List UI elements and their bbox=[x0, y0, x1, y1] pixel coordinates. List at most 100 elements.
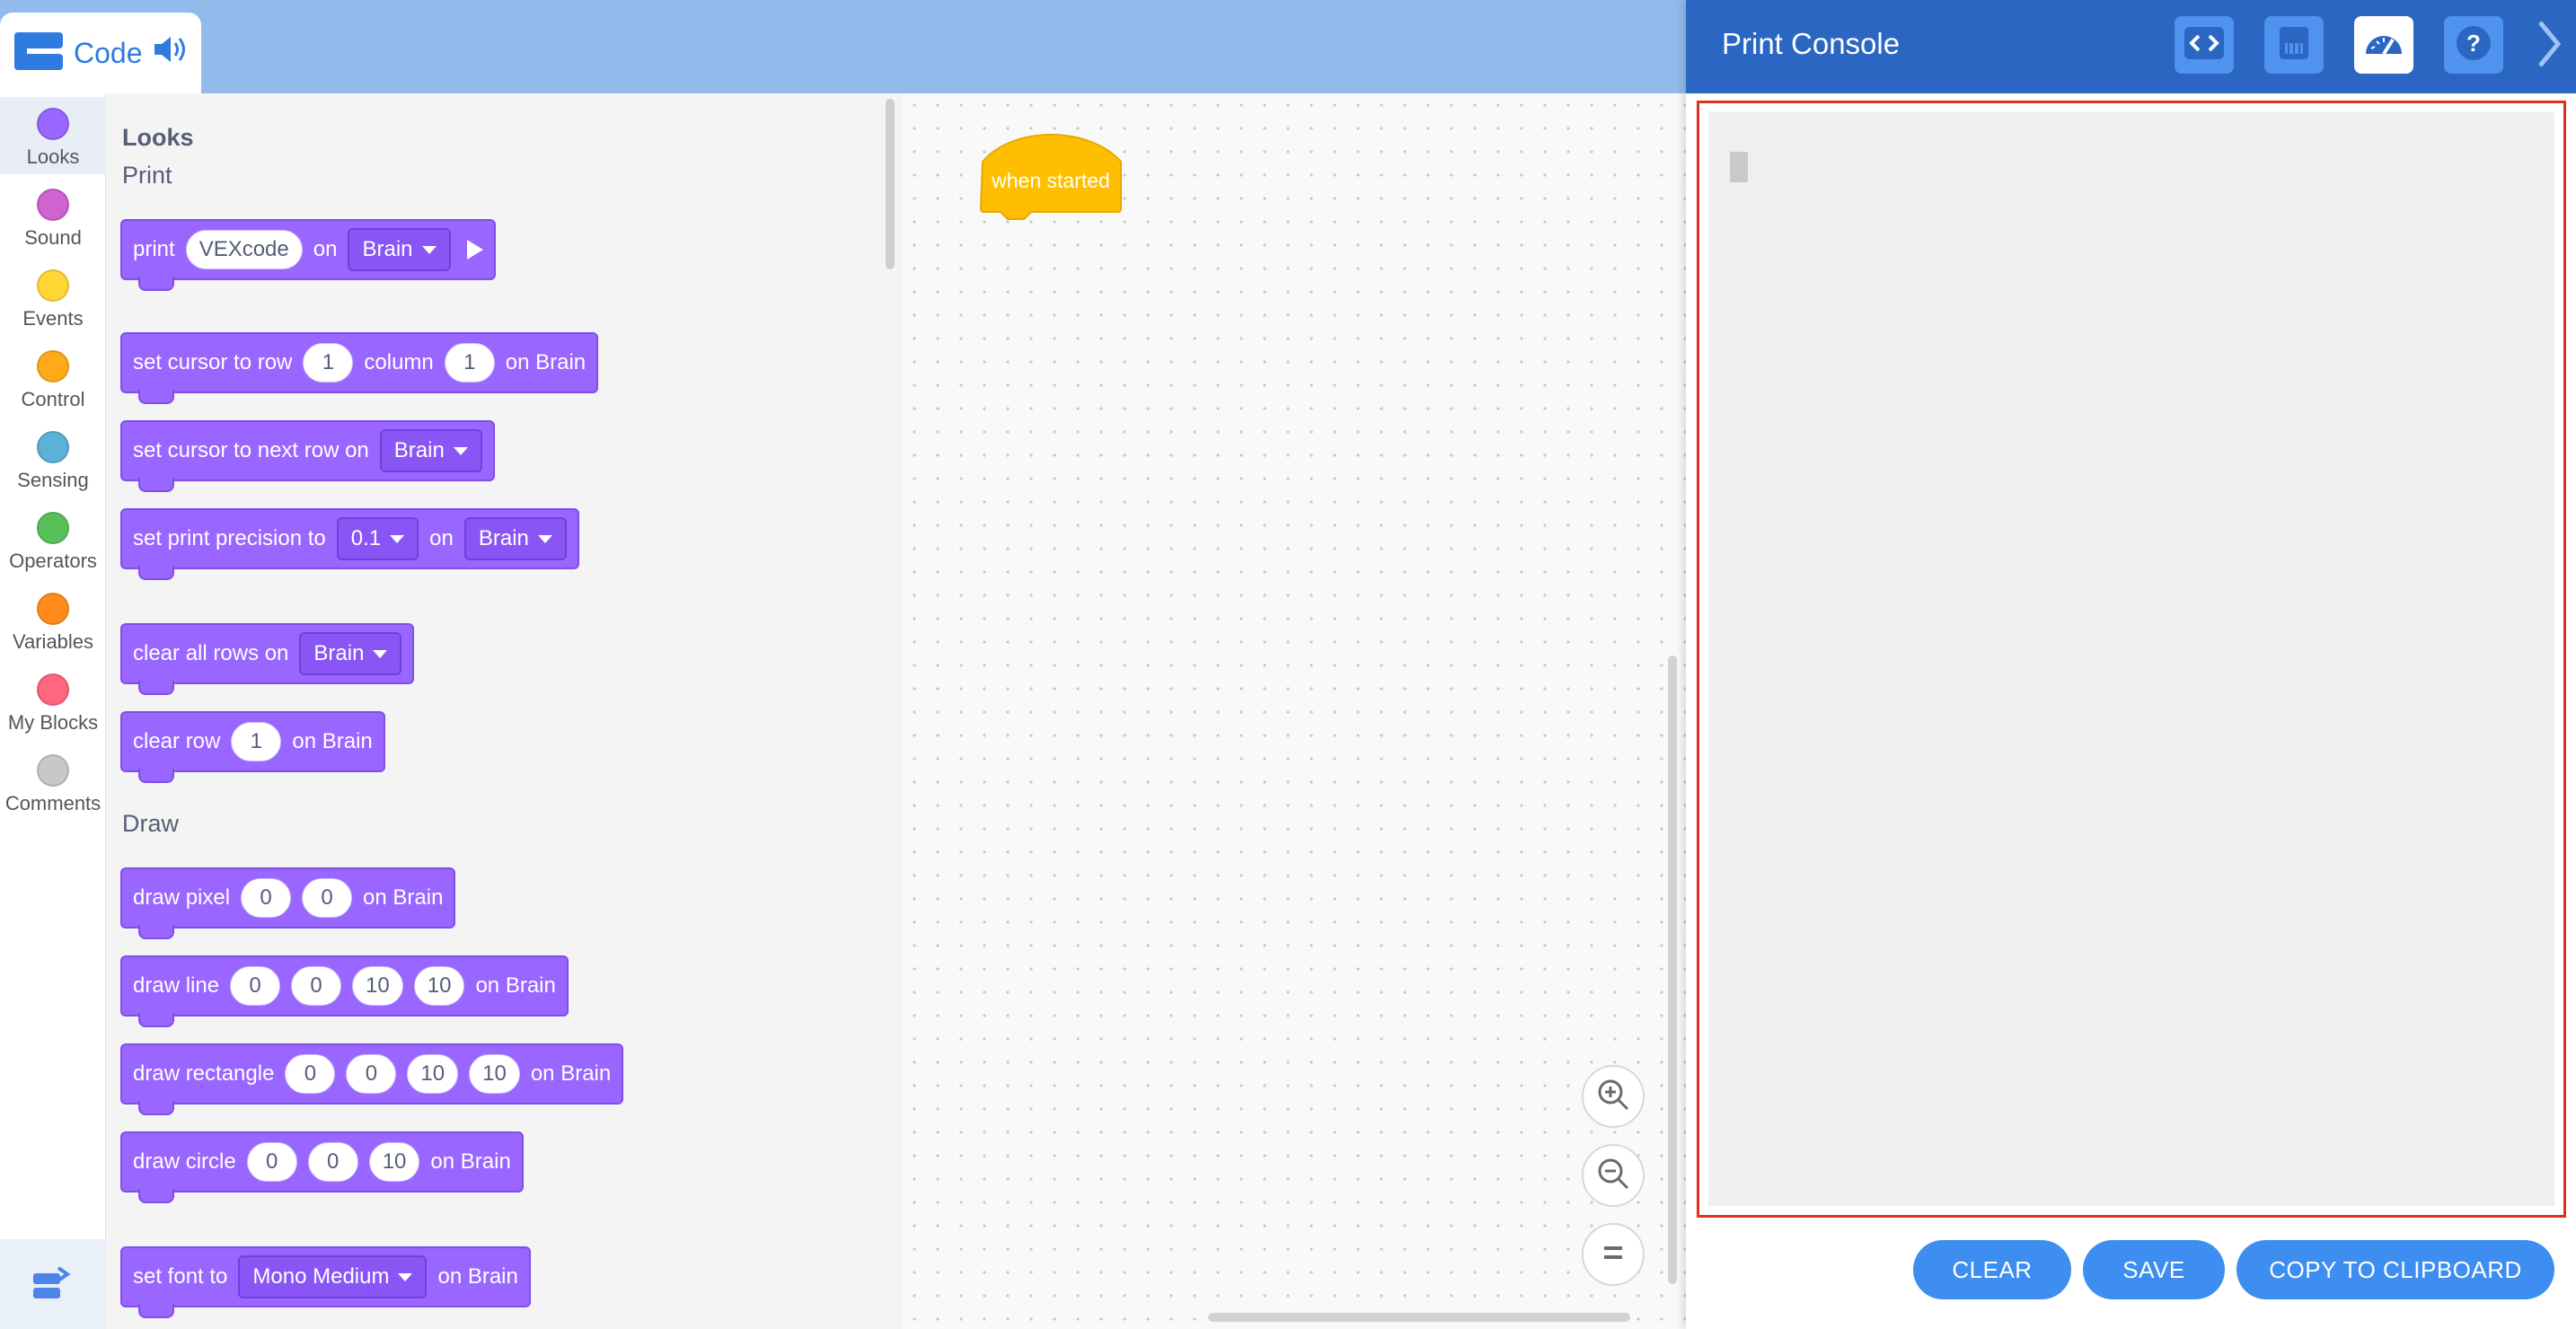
dropdown-value: Mono Medium bbox=[252, 1264, 390, 1289]
events-dot-icon bbox=[37, 269, 69, 302]
x-input[interactable]: 0 bbox=[246, 1142, 297, 1182]
devices-button[interactable] bbox=[2264, 16, 2324, 74]
x-input[interactable]: 0 bbox=[285, 1054, 336, 1094]
code-viewer-button[interactable] bbox=[2175, 16, 2234, 74]
save-button[interactable]: SAVE bbox=[2083, 1240, 2225, 1299]
set-cursor-block[interactable]: set cursor to row 1 column 1 on Brain bbox=[120, 332, 599, 404]
print-block[interactable]: print VEXcode on Brain bbox=[120, 219, 496, 291]
device-dropdown[interactable]: Brain bbox=[463, 517, 567, 560]
brain-device-icon bbox=[2274, 23, 2314, 67]
workspace-vertical-scrollbar[interactable] bbox=[1668, 656, 1677, 1284]
code-tab[interactable]: Code bbox=[0, 13, 201, 93]
row-input[interactable]: 1 bbox=[303, 343, 354, 383]
device-dropdown[interactable]: Brain bbox=[348, 228, 451, 271]
block-text: on Brain bbox=[530, 1061, 612, 1086]
caret-down-icon bbox=[421, 245, 437, 254]
copy-to-clipboard-button[interactable]: COPY TO CLIPBOARD bbox=[2236, 1240, 2554, 1299]
zoom-in-button[interactable] bbox=[1582, 1065, 1645, 1128]
hat-block-label: when started bbox=[992, 169, 1110, 192]
block-text: on bbox=[313, 237, 338, 261]
code-workspace[interactable]: when started bbox=[903, 93, 1686, 1329]
draw-rectangle-block[interactable]: draw rectangle 0 0 10 10 on Brain bbox=[120, 1043, 624, 1115]
print-precision-block[interactable]: set print precision to 0.1 on Brain bbox=[120, 508, 579, 580]
width-input[interactable]: 10 bbox=[407, 1054, 459, 1094]
caret-down-icon bbox=[390, 534, 405, 543]
collapse-panel-button[interactable] bbox=[2531, 16, 2567, 75]
block-palette: Looks Print print VEXcode on Brain set c… bbox=[106, 93, 903, 1329]
height-input[interactable]: 10 bbox=[469, 1054, 520, 1094]
column-input[interactable]: 1 bbox=[444, 343, 495, 383]
next-row-block[interactable]: set cursor to next row on Brain bbox=[120, 420, 495, 492]
block-text: on bbox=[429, 526, 454, 550]
chevron-right-icon bbox=[2536, 19, 2563, 74]
help-button[interactable]: ? bbox=[2444, 16, 2503, 74]
category-label: Variables bbox=[12, 630, 94, 653]
category-comments[interactable]: Comments bbox=[0, 744, 106, 821]
category-looks[interactable]: Looks bbox=[0, 97, 106, 174]
category-control[interactable]: Control bbox=[0, 339, 106, 417]
print-value-input[interactable]: VEXcode bbox=[185, 230, 303, 269]
when-started-block[interactable]: when started bbox=[977, 126, 1125, 220]
draw-circle-block[interactable]: draw circle 0 0 10 on Brain bbox=[120, 1131, 524, 1203]
set-font-block[interactable]: set font to Mono Medium on Brain bbox=[120, 1246, 531, 1318]
svg-text:?: ? bbox=[2466, 30, 2481, 57]
block-text: draw pixel bbox=[133, 885, 231, 910]
palette-heading: Looks bbox=[122, 124, 194, 151]
category-label: My Blocks bbox=[7, 711, 99, 734]
operators-dot-icon bbox=[37, 512, 69, 544]
dashboard-button[interactable] bbox=[2354, 16, 2413, 74]
category-label: Sound bbox=[24, 226, 82, 249]
zoom-out-button[interactable] bbox=[1582, 1144, 1645, 1207]
x-input[interactable]: 0 bbox=[241, 878, 292, 918]
dropdown-value: Brain bbox=[393, 438, 445, 462]
category-operators[interactable]: Operators bbox=[0, 501, 106, 578]
play-icon[interactable] bbox=[466, 240, 483, 260]
category-variables[interactable]: Variables bbox=[0, 582, 106, 659]
row-input[interactable]: 1 bbox=[231, 722, 282, 761]
category-events[interactable]: Events bbox=[0, 259, 106, 336]
block-text: column bbox=[364, 350, 434, 374]
device-dropdown[interactable]: Brain bbox=[299, 632, 402, 675]
sound-dot-icon bbox=[37, 189, 69, 221]
x2-input[interactable]: 10 bbox=[352, 966, 403, 1006]
category-sensing[interactable]: Sensing bbox=[0, 420, 106, 497]
y1-input[interactable]: 0 bbox=[291, 966, 342, 1006]
caret-down-icon bbox=[398, 1272, 413, 1281]
draw-pixel-block[interactable]: draw pixel 0 0 on Brain bbox=[120, 867, 456, 939]
panel-header: Print Console ? bbox=[1686, 0, 2576, 93]
y-input[interactable]: 0 bbox=[307, 1142, 358, 1182]
speaker-icon[interactable] bbox=[152, 34, 188, 72]
block-text: clear row bbox=[133, 729, 221, 753]
dropdown-value: Brain bbox=[478, 526, 529, 550]
block-text: on Brain bbox=[292, 729, 373, 753]
caret-down-icon bbox=[453, 446, 468, 455]
clear-all-rows-block[interactable]: clear all rows on Brain bbox=[120, 623, 415, 695]
console-output-area[interactable] bbox=[1697, 101, 2566, 1218]
gauge-icon bbox=[2362, 25, 2405, 66]
draw-section-title: Draw bbox=[122, 810, 180, 837]
clear-row-block[interactable]: clear row 1 on Brain bbox=[120, 711, 385, 783]
extension-icon bbox=[31, 1263, 75, 1307]
y2-input[interactable]: 10 bbox=[413, 966, 465, 1006]
category-my-blocks[interactable]: My Blocks bbox=[0, 663, 106, 740]
workspace-horizontal-scrollbar[interactable] bbox=[1208, 1313, 1630, 1322]
clear-button[interactable]: CLEAR bbox=[1913, 1240, 2071, 1299]
dropdown-value: 0.1 bbox=[350, 526, 382, 550]
font-dropdown[interactable]: Mono Medium bbox=[238, 1255, 428, 1298]
y-input[interactable]: 0 bbox=[302, 878, 353, 918]
draw-line-block[interactable]: draw line 0 0 10 10 on Brain bbox=[120, 955, 569, 1027]
console-text-area[interactable] bbox=[1708, 112, 2554, 1206]
x1-input[interactable]: 0 bbox=[230, 966, 281, 1006]
zoom-reset-button[interactable] bbox=[1582, 1223, 1645, 1286]
category-label: Control bbox=[21, 388, 85, 410]
category-sound[interactable]: Sound bbox=[0, 178, 106, 255]
category-label: Looks bbox=[26, 145, 80, 168]
print-console-panel: Print Console ? CLEAR SAVE COPY TO CLIPB… bbox=[1686, 0, 2576, 1329]
radius-input[interactable]: 10 bbox=[368, 1142, 420, 1182]
precision-dropdown[interactable]: 0.1 bbox=[336, 517, 419, 560]
y-input[interactable]: 0 bbox=[346, 1054, 397, 1094]
palette-scrollbar[interactable] bbox=[886, 99, 895, 269]
device-dropdown[interactable]: Brain bbox=[379, 429, 482, 472]
extensions-button[interactable] bbox=[0, 1239, 106, 1329]
control-dot-icon bbox=[37, 350, 69, 383]
